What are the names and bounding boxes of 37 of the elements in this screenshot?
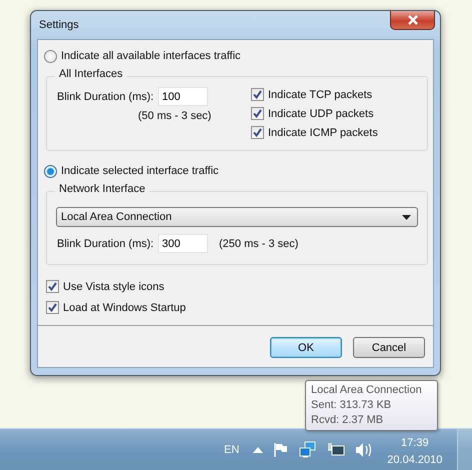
range-hint: (50 ms - 3 sec) [138, 110, 212, 122]
checkbox-label: Indicate TCP packets [268, 88, 372, 100]
flag-icon[interactable] [273, 442, 290, 458]
ok-button[interactable]: OK [270, 337, 342, 358]
volume-icon[interactable] [355, 442, 374, 458]
input-field[interactable]: 300 [158, 234, 208, 253]
checkbox[interactable] [46, 280, 59, 293]
network-icon[interactable] [327, 442, 346, 458]
radio-label: Indicate selected interface traffic [61, 165, 219, 177]
tooltip-line: Rcvd: 2.37 MB [311, 413, 384, 428]
group-title: All Interfaces [55, 68, 127, 80]
dropdown-arrow-icon [402, 214, 411, 220]
field-label: Blink Duration (ms): [57, 238, 155, 250]
cancel-button[interactable]: Cancel [353, 337, 425, 358]
checkbox[interactable] [46, 301, 59, 314]
radio-button[interactable] [44, 164, 57, 178]
checkbox-label: Indicate ICMP packets [268, 126, 378, 138]
group-title: Network Interface [55, 183, 150, 195]
close-icon [406, 15, 418, 25]
interface-dropdown[interactable]: Local Area Connection [56, 207, 418, 227]
input-field[interactable]: 100 [158, 87, 208, 106]
field-label: Blink Duration (ms): [57, 90, 155, 102]
radio-label: Indicate all available interfaces traffic [61, 50, 241, 62]
checkbox[interactable] [251, 107, 264, 120]
close-button[interactable] [390, 11, 435, 30]
checkbox-label: Use Vista style icons [63, 280, 164, 292]
window-title: Settings [39, 19, 79, 31]
tooltip-line: Sent: 313.73 KB [311, 398, 392, 413]
range-hint: (250 ms - 3 sec) [219, 238, 298, 250]
tooltip-line: Local Area Connection [311, 383, 423, 398]
radio-button[interactable] [44, 50, 57, 62]
checkbox-label: Load at Windows Startup [63, 302, 186, 314]
network-monitors-icon[interactable] [299, 440, 318, 458]
checkbox-label: Indicate UDP packets [268, 108, 374, 120]
checkbox[interactable] [251, 126, 264, 139]
checkbox[interactable] [251, 88, 264, 101]
show-hidden-icons-icon[interactable] [253, 446, 264, 452]
